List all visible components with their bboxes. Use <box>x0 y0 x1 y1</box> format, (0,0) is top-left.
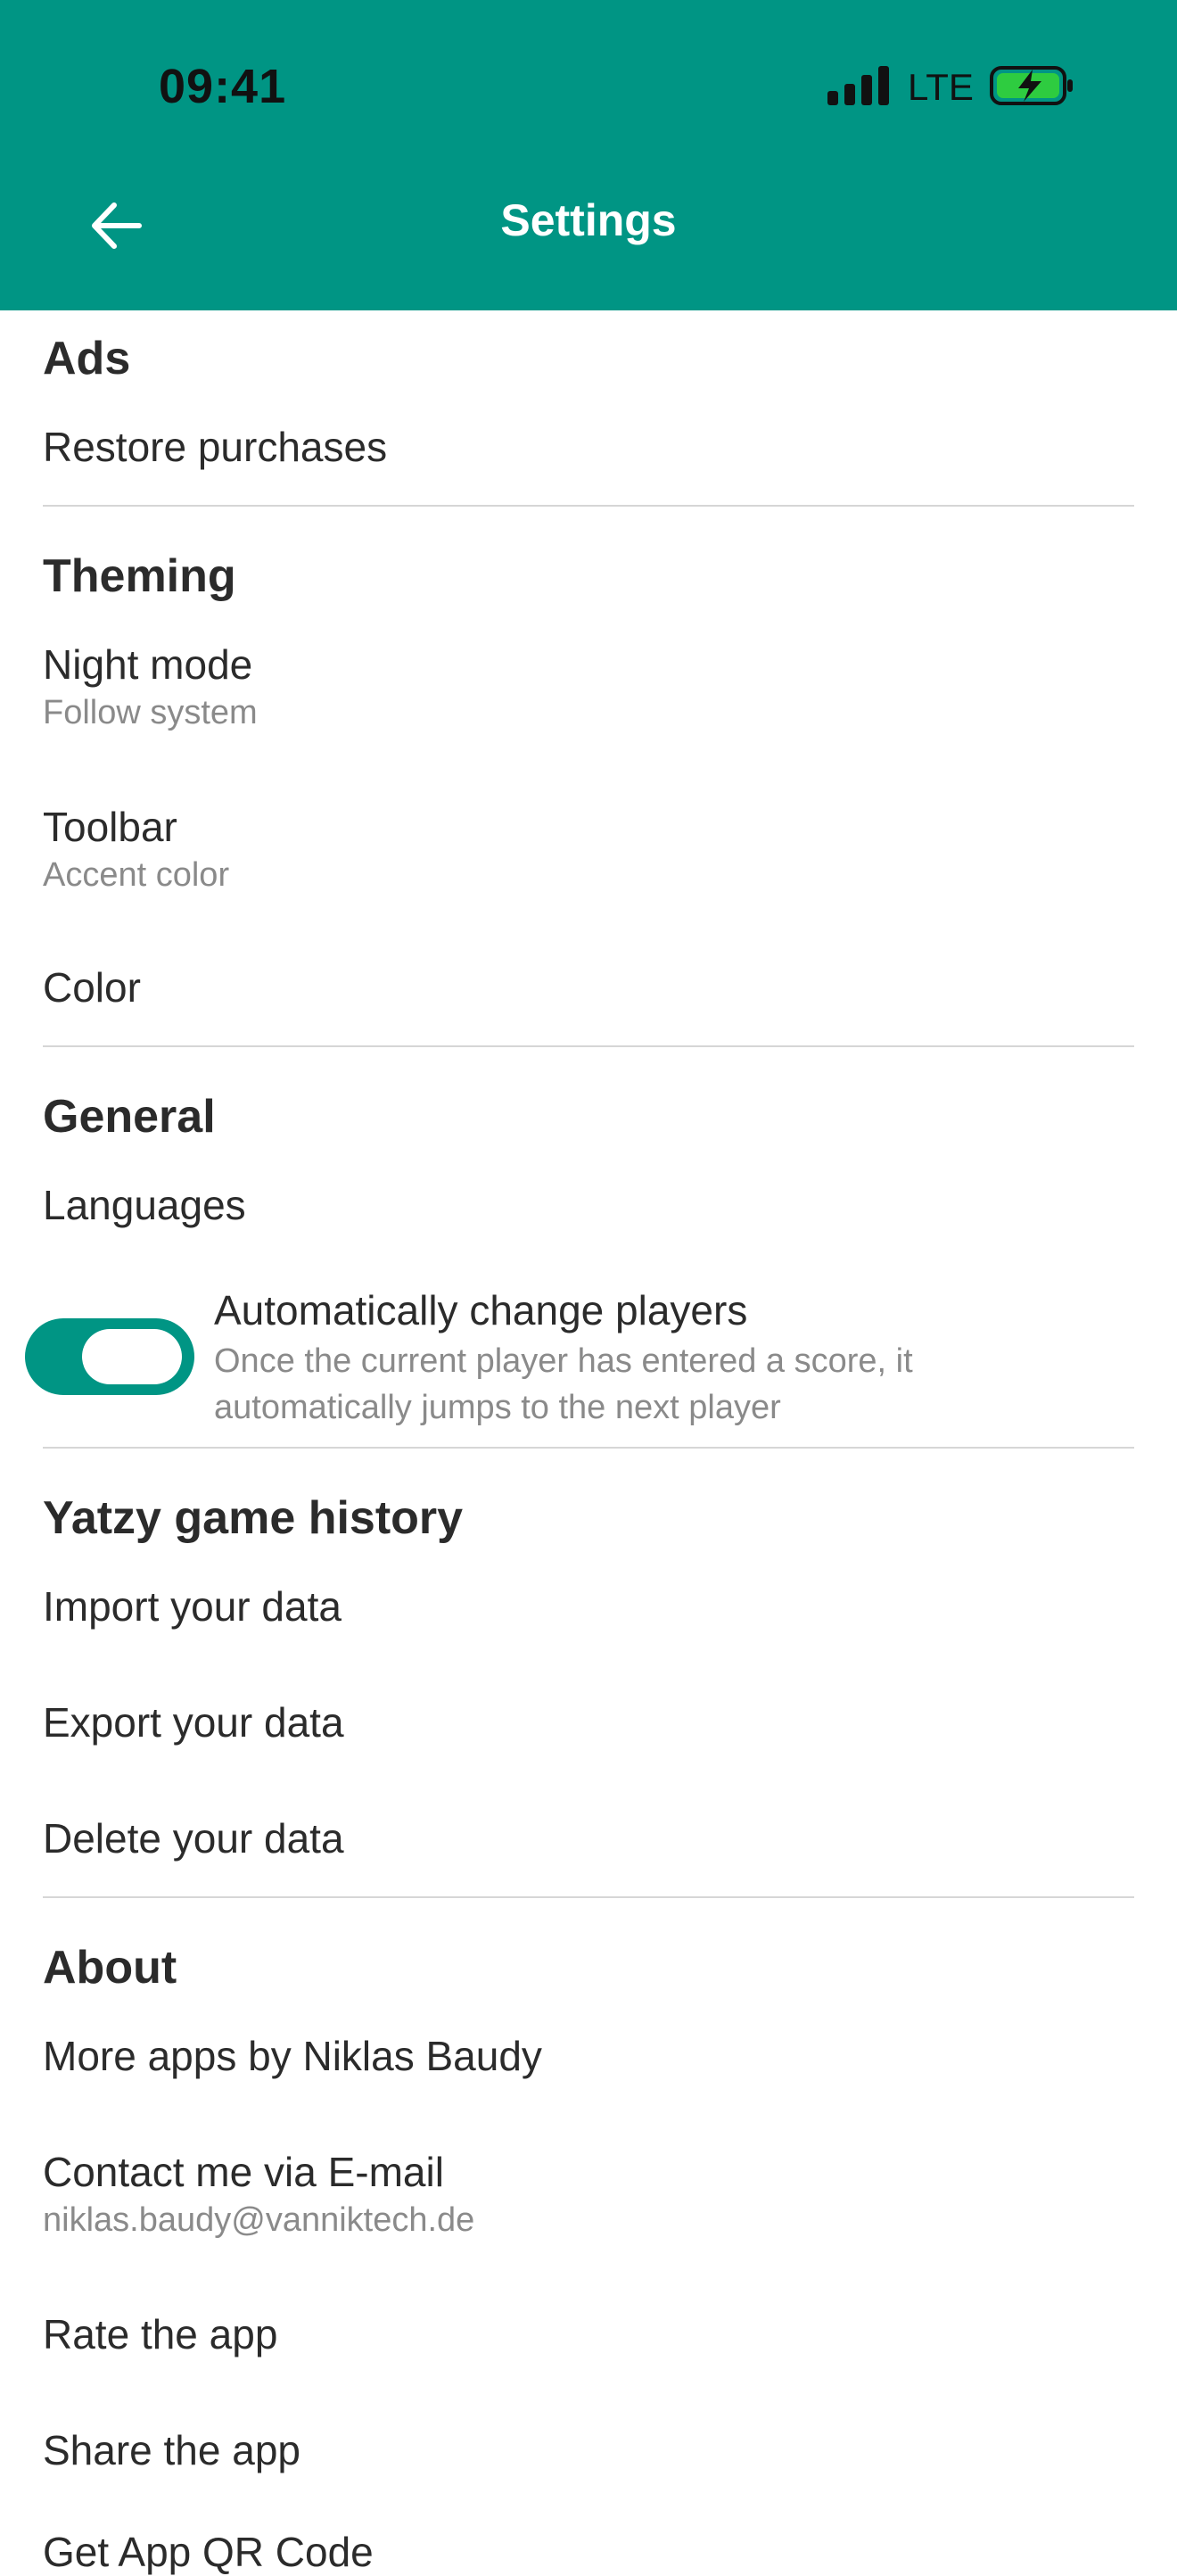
section-history-title: Yatzy game history <box>43 1492 464 1544</box>
signal-icon <box>827 66 889 105</box>
section-about-title: About <box>43 1942 177 1994</box>
night-mode-value: Follow system <box>43 694 258 731</box>
more-apps-item[interactable]: More apps by Niklas Baudy <box>43 2032 542 2080</box>
night-mode-item[interactable]: Night mode <box>43 640 252 689</box>
section-ads-title: Ads <box>43 333 131 384</box>
rate-app-item[interactable]: Rate the app <box>43 2310 277 2358</box>
share-app-item[interactable]: Share the app <box>43 2426 300 2474</box>
page-title: Settings <box>500 195 677 245</box>
auto-change-players-description: Once the current player has entered a sc… <box>214 1342 913 1426</box>
battery-charging-icon <box>990 66 1073 105</box>
divider <box>43 1896 1134 1898</box>
network-type: LTE <box>908 66 974 108</box>
auto-change-players-label: Automatically change players <box>214 1287 748 1333</box>
import-data-item[interactable]: Import your data <box>43 1582 342 1631</box>
contact-email-item[interactable]: Contact me via E-mail <box>43 2148 444 2196</box>
status-time: 09:41 <box>159 60 287 113</box>
restore-purchases-item[interactable]: Restore purchases <box>43 423 387 471</box>
section-general-title: General <box>43 1091 216 1143</box>
export-data-item[interactable]: Export your data <box>43 1698 344 1746</box>
divider <box>43 1045 1134 1047</box>
divider <box>43 1447 1134 1449</box>
delete-data-item[interactable]: Delete your data <box>43 1814 344 1862</box>
languages-item[interactable]: Languages <box>43 1181 246 1229</box>
app-bar: 09:41 LTE Settings <box>0 0 1177 310</box>
qr-code-item[interactable]: Get App QR Code <box>43 2528 374 2576</box>
toolbar-item[interactable]: Toolbar <box>43 803 177 851</box>
section-theming-title: Theming <box>43 550 236 602</box>
divider <box>43 505 1134 507</box>
contact-email-value: niklas.baudy@vanniktech.de <box>43 2201 475 2239</box>
toggle-knob <box>82 1329 182 1384</box>
toolbar-value: Accent color <box>43 856 230 894</box>
auto-change-players-toggle[interactable] <box>25 1318 194 1395</box>
color-item[interactable]: Color <box>43 963 141 1011</box>
